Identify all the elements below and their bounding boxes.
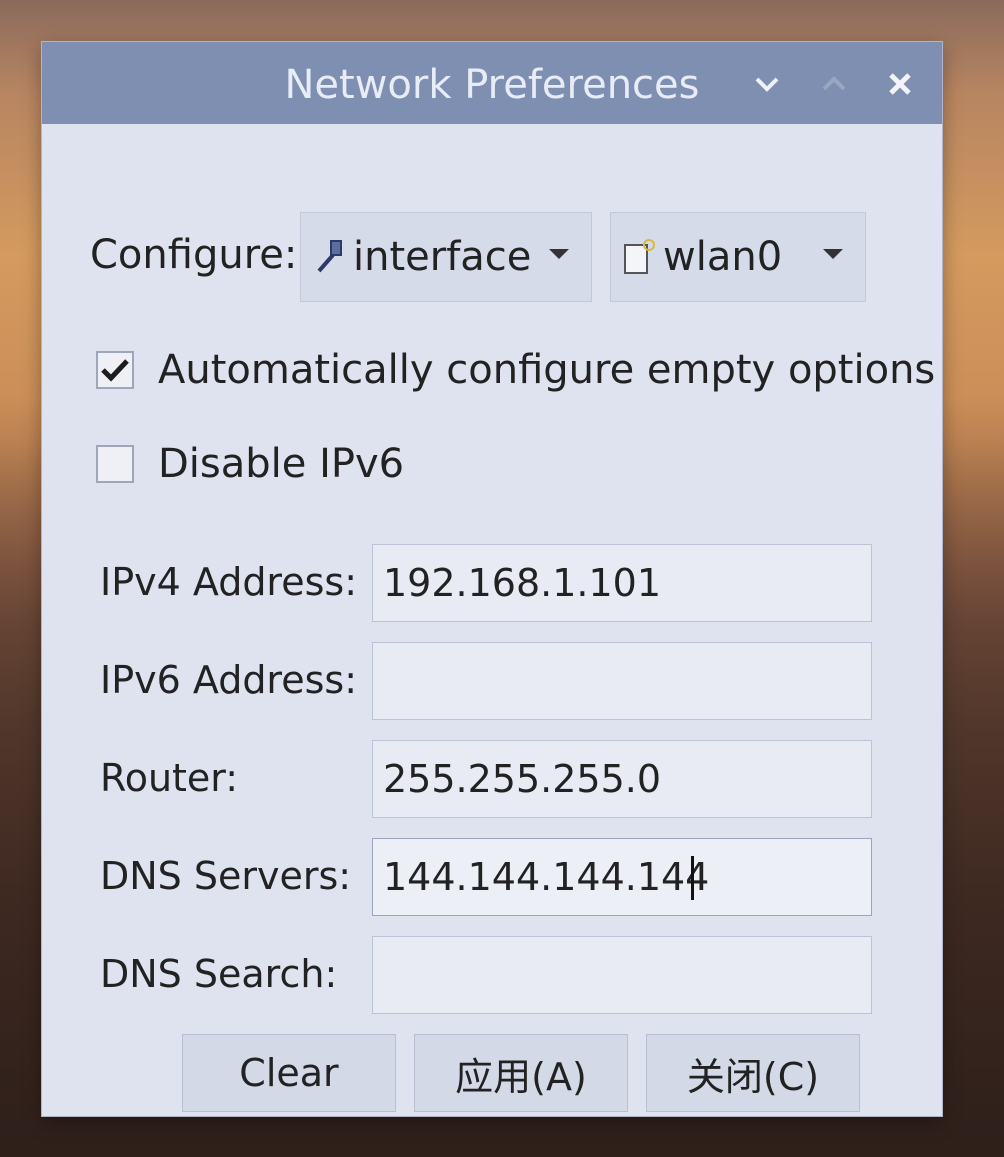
close-button[interactable]: 关闭(C) bbox=[646, 1034, 860, 1112]
dns-search-input[interactable] bbox=[372, 936, 872, 1014]
auto-configure-option[interactable]: Automatically configure empty options bbox=[96, 346, 935, 394]
wrench-icon bbox=[317, 240, 342, 273]
maximize-button[interactable] bbox=[812, 62, 856, 106]
text-cursor bbox=[691, 856, 694, 900]
configure-label: Configure: bbox=[90, 232, 298, 278]
chevron-down-icon bbox=[755, 77, 779, 92]
titlebar[interactable]: Network Preferences bbox=[42, 42, 942, 124]
disable-ipv6-checkbox[interactable] bbox=[96, 445, 134, 483]
router-row: Router: bbox=[100, 740, 890, 820]
window-title: Network Preferences bbox=[284, 62, 700, 108]
apply-button[interactable]: 应用(A) bbox=[414, 1034, 628, 1112]
dns-search-row: DNS Search: bbox=[100, 936, 890, 1016]
dns-search-label: DNS Search: bbox=[100, 952, 338, 996]
close-window-button[interactable] bbox=[878, 62, 922, 106]
minimize-button[interactable] bbox=[745, 62, 789, 106]
auto-configure-checkbox[interactable] bbox=[96, 351, 134, 389]
ipv4-address-input[interactable] bbox=[372, 544, 872, 622]
ipv4-row: IPv4 Address: bbox=[100, 544, 890, 624]
checkmark-icon bbox=[101, 359, 129, 382]
configure-device-dropdown[interactable]: wlan0 bbox=[610, 212, 866, 302]
ipv6-label: IPv6 Address: bbox=[100, 658, 358, 702]
dns-servers-input[interactable] bbox=[372, 838, 872, 916]
chevron-down-icon bbox=[549, 249, 569, 259]
button-row: Clear 应用(A) 关闭(C) bbox=[182, 1034, 862, 1114]
configure-type-dropdown[interactable]: interface bbox=[300, 212, 592, 302]
ipv6-address-input[interactable] bbox=[372, 642, 872, 720]
ipv6-row: IPv6 Address: bbox=[100, 642, 890, 722]
chevron-down-icon bbox=[823, 249, 843, 259]
network-preferences-window: Network Preferences Configure: interface… bbox=[42, 42, 942, 1116]
auto-configure-label: Automatically configure empty options bbox=[158, 347, 936, 393]
disable-ipv6-label: Disable IPv6 bbox=[158, 441, 405, 487]
router-input[interactable] bbox=[372, 740, 872, 818]
close-icon bbox=[889, 73, 911, 95]
router-label: Router: bbox=[100, 756, 239, 800]
configure-type-value: interface bbox=[353, 234, 532, 280]
wireless-adapter-icon bbox=[624, 239, 655, 274]
clear-button[interactable]: Clear bbox=[182, 1034, 396, 1112]
dialog-content: Configure: interface wlan0 Automatically… bbox=[42, 124, 942, 1116]
dns-servers-row: DNS Servers: bbox=[100, 838, 890, 918]
chevron-up-icon bbox=[822, 76, 846, 91]
disable-ipv6-option[interactable]: Disable IPv6 bbox=[96, 440, 404, 488]
configure-device-value: wlan0 bbox=[663, 234, 783, 280]
ipv4-label: IPv4 Address: bbox=[100, 560, 358, 604]
dns-servers-label: DNS Servers: bbox=[100, 854, 352, 898]
